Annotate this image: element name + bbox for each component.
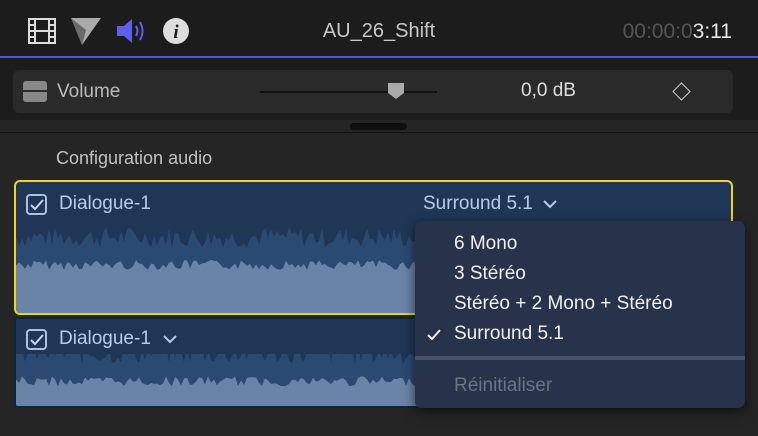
config-menu: 6 Mono 3 Stéréo Stéréo + 2 Mono + Stéréo… [415, 221, 745, 408]
volume-row: Volume 0,0 dB [13, 70, 733, 113]
volume-meter-icon [23, 81, 47, 102]
config-popup[interactable]: Surround 5.1 [423, 193, 557, 215]
chevron-down-icon [163, 334, 177, 343]
inspector-header: i AU_26_Shift 00:00:03:11 [0, 0, 758, 58]
audio-component-2[interactable]: Dialogue-1 [14, 317, 434, 408]
menu-separator [415, 356, 745, 360]
volume-slider[interactable] [260, 83, 437, 99]
checkbox-1[interactable] [26, 194, 47, 215]
keyframe-icon[interactable] [672, 82, 691, 101]
menu-item-3-stereo[interactable]: 3 Stéréo [454, 263, 526, 285]
component-name-2[interactable]: Dialogue-1 [59, 328, 177, 350]
menu-item-6-mono[interactable]: 6 Mono [454, 233, 517, 255]
menu-item-surround-5-1[interactable]: Surround 5.1 [454, 323, 564, 345]
resize-handle[interactable] [350, 123, 407, 130]
component-name-1: Dialogue-1 [59, 193, 151, 214]
component-name-2-text: Dialogue-1 [59, 328, 151, 349]
section-title: Configuration audio [56, 148, 213, 168]
volume-label: Volume [57, 81, 121, 102]
menu-item-stereo-2mono-stereo[interactable]: Stéréo + 2 Mono + Stéréo [454, 293, 673, 315]
volume-slider-thumb[interactable] [388, 83, 405, 99]
menu-item-reset: Réinitialiser [454, 375, 553, 396]
volume-value[interactable]: 0,0 dB [521, 80, 576, 102]
timecode-dim: 00:00:0 [622, 20, 693, 43]
waveform-2 [16, 354, 432, 406]
config-value: Surround 5.1 [423, 193, 533, 214]
checkmark-icon [427, 327, 441, 345]
timecode: 00:00:03:11 [623, 20, 732, 44]
checkbox-2[interactable] [26, 329, 47, 350]
chevron-down-icon [543, 199, 557, 208]
timecode-bright: 3:11 [692, 20, 732, 43]
divider [0, 132, 758, 133]
